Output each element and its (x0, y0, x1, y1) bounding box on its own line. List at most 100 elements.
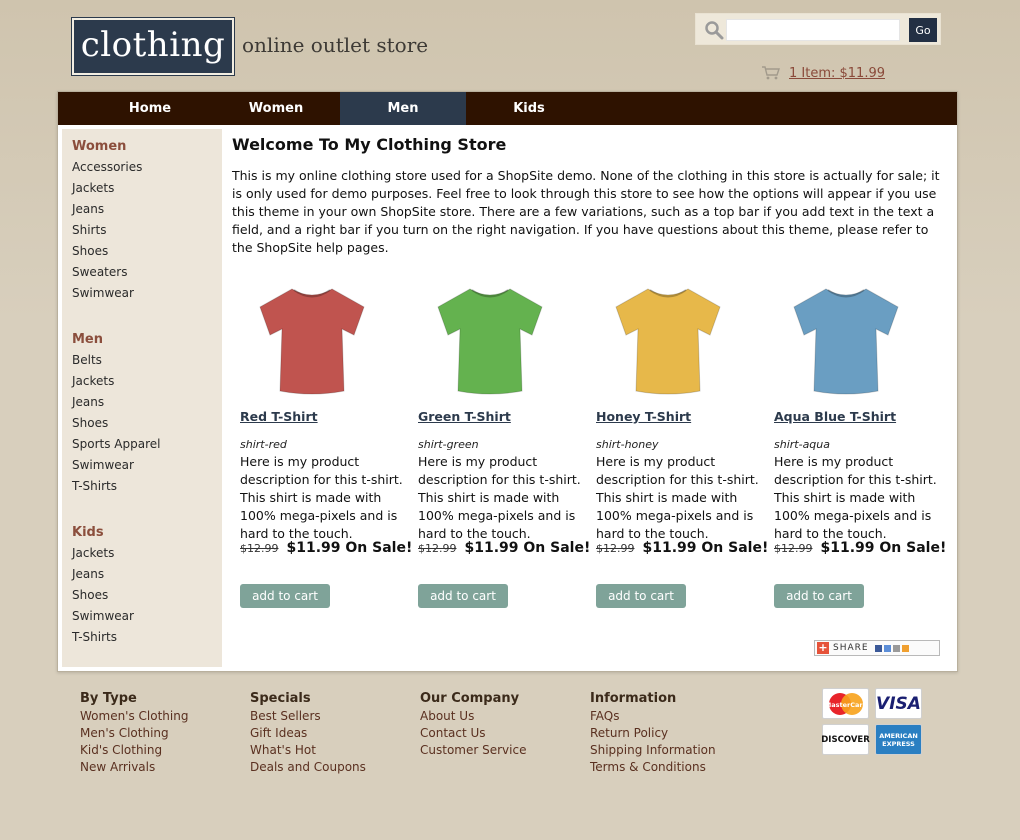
footer-link[interactable]: Deals and Coupons (250, 759, 366, 776)
sale-price: $11.99 On Sale! (286, 540, 413, 556)
plus-icon: + (817, 641, 829, 654)
search-input[interactable] (726, 19, 900, 41)
sidebar-group-kids: Kids Jackets Jeans Shoes Swimwear T-Shir… (72, 522, 134, 648)
sidebar-item-jeans[interactable]: Jeans (72, 199, 142, 220)
product-description: Here is my product description for this … (596, 454, 759, 541)
sidebar-group-women: Women Accessories Jackets Jeans Shirts S… (72, 136, 142, 304)
nav-home[interactable]: Home (87, 92, 213, 125)
footer-heading: Our Company (420, 691, 520, 706)
footer-column-information: Information FAQs Return Policy Shipping … (590, 690, 716, 776)
product-description: Here is my product description for this … (240, 454, 403, 541)
add-to-cart-button[interactable]: add to cart (774, 584, 864, 608)
store-logo[interactable]: clothing (71, 17, 235, 76)
product-sku: shirt-honey (596, 438, 659, 451)
shopping-cart-icon (762, 66, 780, 80)
product-description: Here is my product description for this … (418, 454, 581, 541)
search-bar: Go (695, 13, 941, 45)
footer-link[interactable]: Best Sellers (250, 708, 366, 725)
search-go-button[interactable]: Go (909, 18, 937, 42)
intro-paragraph: This is my online clothing store used fo… (232, 168, 940, 255)
sale-price: $11.99 On Sale! (820, 540, 947, 556)
t-shirt-image[interactable] (786, 279, 906, 399)
sidebar-item-sports-apparel[interactable]: Sports Apparel (72, 434, 160, 455)
sidebar-heading-women[interactable]: Women (72, 136, 142, 157)
main-panel: Home Women Men Kids Women Accessories Ja… (57, 91, 958, 672)
footer-link[interactable]: Contact Us (420, 725, 526, 742)
add-to-cart-button[interactable]: add to cart (240, 584, 330, 608)
footer-link[interactable]: Shipping Information (590, 742, 716, 759)
footer-column-our-company: Our Company About Us Contact Us Customer… (420, 690, 526, 759)
footer-link[interactable]: About Us (420, 708, 526, 725)
cart-summary: 1 Item: $11.99 (762, 64, 885, 82)
sidebar-item-swimwear[interactable]: Swimwear (72, 455, 160, 476)
t-shirt-image[interactable] (430, 279, 550, 399)
cart-link[interactable]: 1 Item: $11.99 (789, 66, 885, 81)
price-row: $12.99 $11.99 On Sale! (240, 540, 412, 556)
sidebar-item-t-shirts[interactable]: T-Shirts (72, 627, 134, 648)
nav-men[interactable]: Men (340, 92, 466, 125)
top-nav: Home Women Men Kids (58, 92, 957, 125)
sidebar-item-sweaters[interactable]: Sweaters (72, 262, 142, 283)
price-row: $12.99 $11.99 On Sale! (596, 540, 768, 556)
store-tagline: online outlet store (242, 33, 429, 57)
product-name-link[interactable]: Aqua Blue T-Shirt (774, 409, 896, 424)
sidebar-item-belts[interactable]: Belts (72, 350, 160, 371)
sidebar-heading-kids[interactable]: Kids (72, 522, 134, 543)
footer-link[interactable]: Terms & Conditions (590, 759, 716, 776)
sidebar-item-jackets[interactable]: Jackets (72, 178, 142, 199)
social-icons (874, 644, 909, 652)
search-icon (705, 21, 724, 40)
add-to-cart-button[interactable]: add to cart (596, 584, 686, 608)
footer-link[interactable]: Gift Ideas (250, 725, 366, 742)
discover-icon: DISCOVER (821, 724, 870, 755)
share-button[interactable]: + SHARE (814, 640, 940, 656)
visa-icon: VISA (875, 688, 922, 719)
footer-column-by-type: By Type Women's Clothing Men's Clothing … (80, 690, 188, 776)
sidebar-item-jeans[interactable]: Jeans (72, 392, 160, 413)
footer-link[interactable]: Men's Clothing (80, 725, 188, 742)
old-price: $12.99 (418, 542, 457, 555)
sidebar-item-t-shirts[interactable]: T-Shirts (72, 476, 160, 497)
nav-women[interactable]: Women (213, 92, 339, 125)
footer-link[interactable]: Customer Service (420, 742, 526, 759)
category-sidebar: Women Accessories Jackets Jeans Shirts S… (62, 129, 222, 667)
sidebar-item-shoes[interactable]: Shoes (72, 241, 142, 262)
footer-heading: Specials (250, 691, 311, 706)
old-price: $12.99 (774, 542, 813, 555)
american-express-icon: AMERICAN EXPRESS (875, 724, 922, 755)
product-sku: shirt-green (418, 438, 479, 451)
footer-link[interactable]: FAQs (590, 708, 716, 725)
footer-link[interactable]: Kid's Clothing (80, 742, 188, 759)
product-sku: shirt-red (240, 438, 287, 451)
t-shirt-image[interactable] (252, 279, 372, 399)
sidebar-item-shoes[interactable]: Shoes (72, 585, 134, 606)
discover-label: DISCOVER (821, 734, 870, 745)
footer-link[interactable]: Return Policy (590, 725, 716, 742)
sidebar-item-jeans[interactable]: Jeans (72, 564, 134, 585)
price-row: $12.99 $11.99 On Sale! (418, 540, 590, 556)
sidebar-item-swimwear[interactable]: Swimwear (72, 283, 142, 304)
sidebar-group-men: Men Belts Jackets Jeans Shoes Sports App… (72, 329, 160, 497)
page-title: Welcome To My Clothing Store (232, 135, 507, 154)
footer-link[interactable]: What's Hot (250, 742, 366, 759)
footer-link[interactable]: Women's Clothing (80, 708, 188, 725)
sidebar-item-accessories[interactable]: Accessories (72, 157, 142, 178)
old-price: $12.99 (596, 542, 635, 555)
product-name-link[interactable]: Green T-Shirt (418, 409, 511, 424)
product-description: Here is my product description for this … (774, 454, 937, 541)
product-name-link[interactable]: Red T-Shirt (240, 409, 318, 424)
sidebar-item-jackets[interactable]: Jackets (72, 371, 160, 392)
footer-link[interactable]: New Arrivals (80, 759, 188, 776)
sidebar-item-swimwear[interactable]: Swimwear (72, 606, 134, 627)
product-name-link[interactable]: Honey T-Shirt (596, 409, 691, 424)
sidebar-heading-men[interactable]: Men (72, 329, 160, 350)
sidebar-item-shirts[interactable]: Shirts (72, 220, 142, 241)
sidebar-item-shoes[interactable]: Shoes (72, 413, 160, 434)
share-label: SHARE (833, 643, 869, 653)
sale-price: $11.99 On Sale! (642, 540, 769, 556)
sidebar-item-jackets[interactable]: Jackets (72, 543, 134, 564)
nav-kids[interactable]: Kids (466, 92, 592, 125)
mastercard-icon: MasterCard (822, 688, 869, 719)
add-to-cart-button[interactable]: add to cart (418, 584, 508, 608)
t-shirt-image[interactable] (608, 279, 728, 399)
